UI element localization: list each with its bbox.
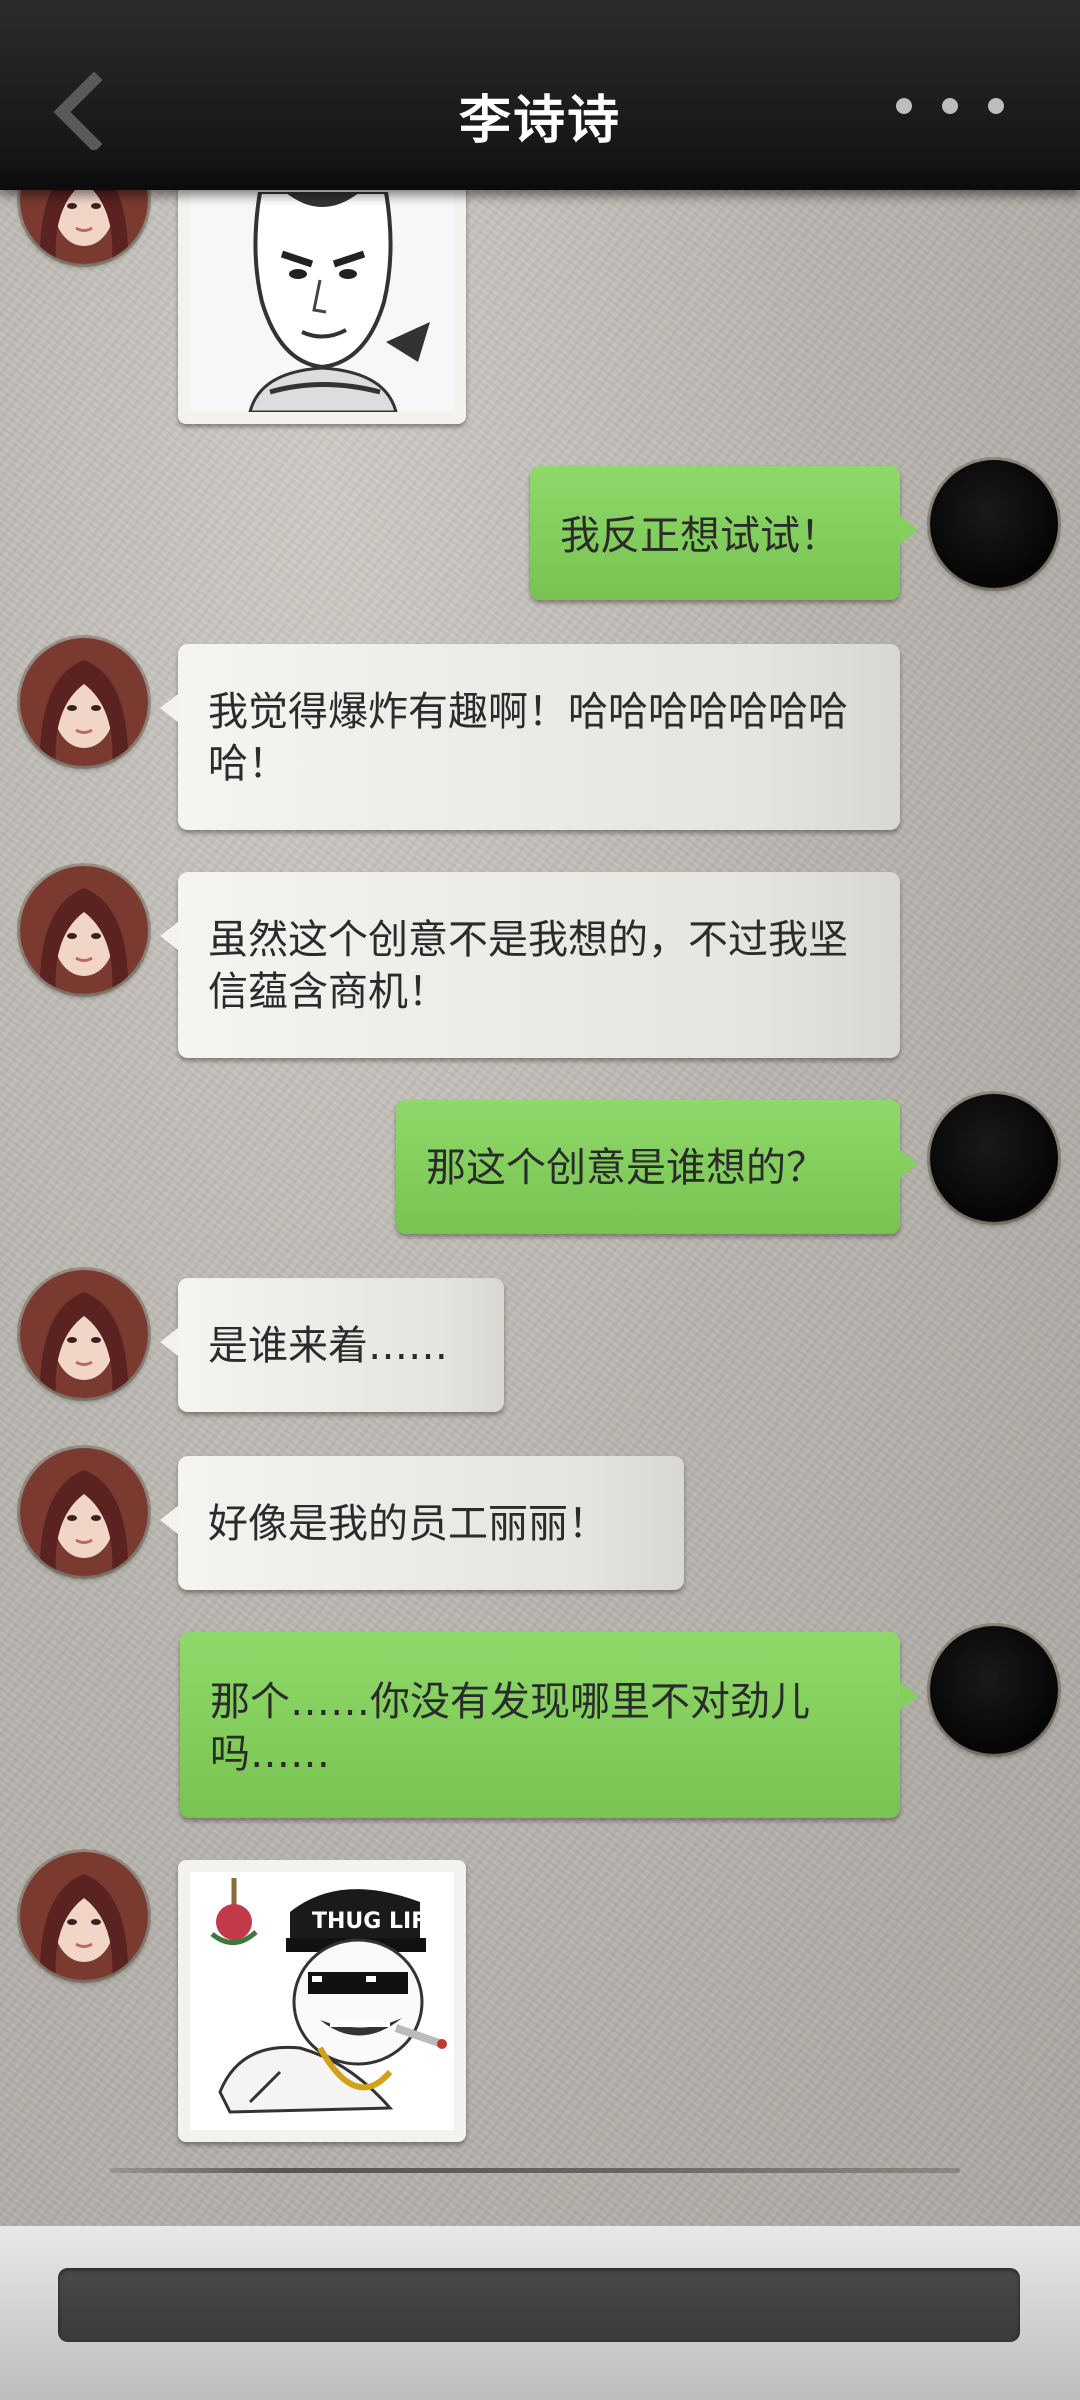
message-text: 那个……你没有发现哪里不对劲儿吗…… (210, 1679, 810, 1777)
my-avatar[interactable] (930, 460, 1058, 588)
sticker-cap-text: THUG LIFE (312, 1909, 441, 1934)
more-dots-icon (896, 98, 912, 114)
message-bubble-received[interactable]: 好像是我的员工丽丽！ (160, 1456, 684, 1590)
message-bubble-received[interactable]: 我觉得爆炸有趣啊！哈哈哈哈哈哈哈哈！ (160, 644, 900, 830)
message-text: 好像是我的员工丽丽！ (208, 1501, 608, 1547)
contact-avatar[interactable] (20, 638, 148, 766)
message-input[interactable] (58, 2268, 1020, 2342)
input-bar (0, 2226, 1080, 2400)
sticker-message[interactable]: THUG LIFE (178, 1860, 466, 2142)
message-bubble-received[interactable]: 是谁来着…… (160, 1278, 504, 1412)
sticker-message[interactable] (178, 180, 466, 424)
message-text: 那这个创意是谁想的？ (426, 1145, 826, 1191)
message-bubble-received[interactable]: 虽然这个创意不是我想的，不过我坚信蕴含商机！ (160, 872, 900, 1058)
contact-avatar[interactable] (20, 1270, 148, 1398)
more-dot (942, 98, 958, 114)
contact-avatar-image (20, 1448, 148, 1576)
chat-end-divider (110, 2168, 960, 2173)
my-avatar[interactable] (930, 1626, 1058, 1754)
message-text: 我觉得爆炸有趣啊！哈哈哈哈哈哈哈哈！ (208, 689, 848, 787)
message-text: 虽然这个创意不是我想的，不过我坚信蕴含商机！ (208, 917, 848, 1015)
contact-avatar[interactable] (20, 1852, 148, 1980)
message-text: 是谁来着…… (208, 1323, 448, 1369)
contact-avatar[interactable] (20, 1448, 148, 1576)
page-title: 李诗诗 (458, 90, 621, 151)
message-bubble-sent[interactable]: 那个……你没有发现哪里不对劲儿吗…… (180, 1632, 918, 1818)
more-dot (988, 98, 1004, 114)
contact-avatar-image (20, 866, 148, 994)
message-bubble-sent[interactable]: 那这个创意是谁想的？ (396, 1100, 918, 1234)
contact-avatar[interactable] (20, 866, 148, 994)
contact-avatar-image (20, 1270, 148, 1398)
meme-face-sticker (190, 190, 454, 414)
message-bubble-sent[interactable]: 我反正想试试！ (530, 466, 918, 600)
message-text: 我反正想试试！ (560, 513, 840, 559)
my-avatar[interactable] (930, 1094, 1058, 1222)
contact-avatar-image (20, 1852, 148, 1980)
contact-avatar-image (20, 638, 148, 766)
chat-header: 李诗诗 (0, 0, 1080, 190)
thug-life-sticker: THUG LIFE (190, 1872, 454, 2130)
more-button[interactable] (896, 98, 1004, 114)
